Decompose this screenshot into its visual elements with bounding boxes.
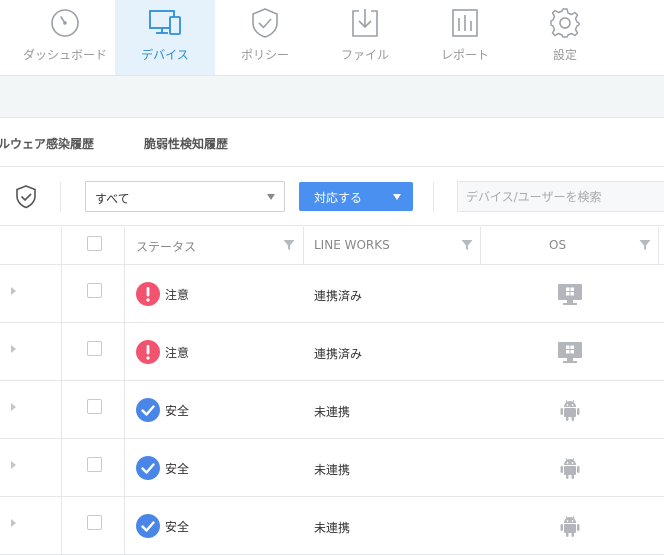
column-header-status[interactable]: ステータス bbox=[124, 227, 303, 264]
filter-select[interactable]: すべて bbox=[85, 181, 285, 212]
warning-exclamation-icon bbox=[136, 282, 160, 306]
warning-exclamation-icon bbox=[136, 340, 160, 364]
shield-check-icon[interactable] bbox=[13, 184, 39, 210]
windows-monitor-icon bbox=[558, 342, 582, 363]
select-all-checkbox[interactable] bbox=[87, 236, 102, 251]
chevron-down-icon bbox=[267, 194, 275, 200]
toolbar-divider bbox=[60, 182, 61, 212]
tab-malware-history[interactable]: ルウェア感染履歴 bbox=[0, 135, 94, 152]
nav-files[interactable]: ファイル bbox=[315, 0, 415, 75]
dashboard-gauge-icon bbox=[51, 9, 79, 37]
status-text: 安全 bbox=[165, 520, 190, 534]
settings-gear-icon bbox=[550, 8, 580, 38]
row-checkbox[interactable] bbox=[87, 399, 102, 414]
table-row[interactable]: 注意 連携済み bbox=[0, 265, 664, 323]
column-divider bbox=[124, 265, 125, 323]
status-text: 注意 bbox=[165, 346, 190, 360]
line-works-status: 未連携 bbox=[314, 521, 351, 535]
filter-funnel-icon[interactable] bbox=[283, 239, 295, 251]
page-header-band bbox=[0, 76, 664, 118]
nav-label-devices: デバイス bbox=[141, 48, 189, 62]
tab-vulnerability-history[interactable]: 脆弱性検知履歴 bbox=[144, 135, 228, 152]
line-works-status: 連携済み bbox=[314, 289, 363, 303]
column-divider bbox=[124, 381, 125, 439]
line-works-status: 未連携 bbox=[314, 405, 351, 419]
row-checkbox[interactable] bbox=[87, 457, 102, 472]
safe-check-icon bbox=[136, 456, 160, 480]
nav-policy[interactable]: ポリシー bbox=[215, 0, 315, 75]
nav-settings[interactable]: 設定 bbox=[515, 0, 615, 75]
status-text: 注意 bbox=[165, 288, 190, 302]
nav-label-dashboard: ダッシュボード bbox=[22, 48, 107, 62]
table-row[interactable]: 安全 未連携 bbox=[0, 497, 664, 555]
column-header-line-works[interactable]: LINE WORKS bbox=[303, 227, 480, 264]
action-dropdown-button[interactable]: 対応する bbox=[299, 182, 413, 211]
row-checkbox[interactable] bbox=[87, 283, 102, 298]
row-checkbox[interactable] bbox=[87, 515, 102, 530]
column-divider bbox=[658, 227, 659, 264]
nav-reports[interactable]: レポート bbox=[415, 0, 515, 75]
column-divider bbox=[61, 497, 62, 555]
column-header-os-label: OS bbox=[549, 238, 567, 252]
column-divider bbox=[61, 323, 62, 381]
column-divider bbox=[124, 497, 125, 555]
table-header: ステータス LINE WORKS OS bbox=[0, 227, 664, 265]
column-divider bbox=[61, 439, 62, 497]
nav-label-reports: レポート bbox=[440, 48, 489, 62]
nav-devices[interactable]: デバイス bbox=[115, 0, 215, 75]
table-row[interactable]: 安全 未連携 bbox=[0, 381, 664, 439]
column-header-os[interactable]: OS bbox=[480, 227, 658, 264]
column-divider bbox=[124, 323, 125, 381]
toolbar-divider bbox=[433, 182, 434, 212]
column-header-line-works-label: LINE WORKS bbox=[314, 238, 390, 252]
column-divider bbox=[124, 439, 125, 497]
line-works-status: 連携済み bbox=[314, 347, 363, 361]
table-row[interactable]: 注意 連携済み bbox=[0, 323, 664, 381]
column-divider bbox=[61, 227, 62, 264]
caret-down-icon bbox=[393, 194, 401, 200]
column-divider bbox=[61, 381, 62, 439]
filter-funnel-icon[interactable] bbox=[639, 239, 651, 251]
expand-row-arrow-icon[interactable] bbox=[11, 287, 16, 295]
row-checkbox[interactable] bbox=[87, 341, 102, 356]
file-download-icon bbox=[352, 9, 378, 37]
action-button-label: 対応する bbox=[314, 191, 363, 205]
nav-label-files: ファイル bbox=[340, 48, 389, 62]
report-chart-icon bbox=[452, 9, 478, 37]
column-divider bbox=[61, 265, 62, 323]
expand-row-arrow-icon[interactable] bbox=[11, 403, 16, 411]
line-works-status: 未連携 bbox=[314, 463, 351, 477]
filter-funnel-icon[interactable] bbox=[461, 239, 473, 251]
filter-select-value: すべて bbox=[95, 192, 130, 206]
safe-check-icon bbox=[136, 398, 160, 422]
table-row[interactable]: 安全 未連携 bbox=[0, 439, 664, 497]
nav-label-settings: 設定 bbox=[552, 48, 577, 62]
status-text: 安全 bbox=[165, 462, 190, 476]
expand-row-arrow-icon[interactable] bbox=[11, 345, 16, 353]
safe-check-icon bbox=[136, 514, 160, 538]
expand-row-arrow-icon[interactable] bbox=[11, 461, 16, 469]
expand-row-arrow-icon[interactable] bbox=[11, 519, 16, 527]
android-icon bbox=[560, 400, 580, 421]
sub-tabs: ルウェア感染履歴 脆弱性検知履歴 bbox=[0, 119, 664, 167]
column-header-status-label: ステータス bbox=[136, 240, 197, 254]
nav-dashboard[interactable]: ダッシュボード bbox=[15, 0, 115, 75]
android-icon bbox=[560, 458, 580, 479]
windows-monitor-icon bbox=[558, 284, 582, 305]
toolbar: すべて 対応する bbox=[0, 168, 664, 226]
policy-shield-icon bbox=[252, 8, 278, 38]
nav-label-policy: ポリシー bbox=[240, 48, 289, 62]
top-navigation: ダッシュボード デバイス ポリシー ファイル レポート 設定 bbox=[0, 0, 664, 76]
android-icon bbox=[560, 516, 580, 537]
device-monitor-icon bbox=[149, 10, 181, 35]
status-text: 安全 bbox=[165, 404, 190, 418]
search-input[interactable] bbox=[457, 181, 664, 212]
